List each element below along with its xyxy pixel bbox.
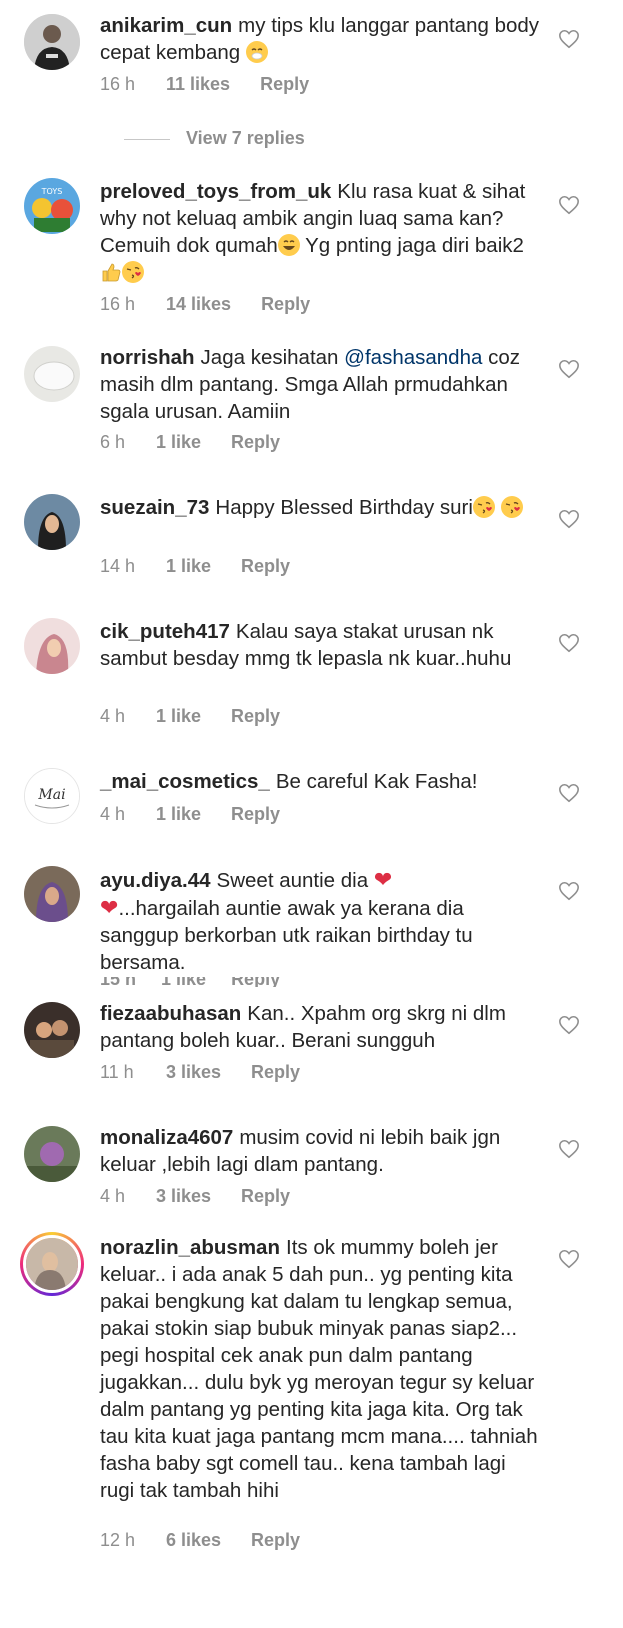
comment-time: 11 h: [100, 1062, 134, 1082]
comment-likes[interactable]: 11 likes: [166, 74, 230, 95]
avatar[interactable]: [24, 494, 80, 550]
avatar[interactable]: [24, 1002, 80, 1058]
kissing-face-icon: [500, 496, 523, 518]
reply-button[interactable]: Reply: [251, 1062, 300, 1083]
comment-username[interactable]: anikarim_cun: [100, 14, 232, 37]
mention-link[interactable]: @fashasandha: [344, 346, 482, 369]
comment-time: 16 h: [100, 74, 136, 94]
comment-body: Its ok mummy boleh jer keluar.. i ada an…: [100, 1236, 538, 1502]
reply-button[interactable]: Reply: [251, 1530, 300, 1551]
comment-likes[interactable]: 6 likes: [166, 1530, 221, 1551]
comment-username[interactable]: fiezaabuhasan: [100, 1002, 241, 1025]
comment-time: 16 h: [100, 294, 136, 314]
comment-text: monaliza4607 musim covid ni lebih baik jg…: [100, 1124, 540, 1178]
comment-meta: 16 h 11 likes Reply: [100, 74, 309, 95]
like-heart-icon[interactable]: [558, 632, 580, 654]
comment-likes[interactable]: 3 likes: [156, 1186, 211, 1207]
comment-time: 4 h: [100, 1186, 126, 1206]
reply-button[interactable]: Reply: [261, 294, 310, 315]
thumbs-up-icon: [100, 261, 122, 283]
comment-body: Jaga kesihatan: [200, 346, 345, 369]
like-heart-icon[interactable]: [558, 358, 580, 380]
avatar[interactable]: [24, 1126, 80, 1182]
comment-text: preloved_toys_from_uk Klu rasa kuat & sih…: [100, 178, 540, 286]
comment-body-cont: Yg pnting jaga diri baik2: [299, 234, 524, 257]
comment-meta: 14 h 1 like Reply: [100, 556, 290, 577]
comment-meta: 16 h 14 likes Reply: [100, 294, 310, 315]
comment-time: 4 h: [100, 706, 126, 726]
view-replies-button[interactable]: View 7 replies: [124, 128, 305, 149]
comment-meta: 12 h 6 likes Reply: [100, 1530, 300, 1551]
comment-text: fiezaabuhasan Kan.. Xpahm org skrg ni dlm…: [100, 1000, 540, 1054]
comment-username[interactable]: preloved_toys_from_uk: [100, 180, 331, 203]
comment-body: Be careful Kak Fasha!: [275, 770, 478, 793]
comment-likes[interactable]: 1 like: [156, 804, 201, 825]
like-heart-icon[interactable]: [558, 28, 580, 50]
avatar[interactable]: Mai: [24, 768, 80, 824]
comment-time: 4 h: [100, 804, 126, 824]
comment-text: cik_puteh417 Kalau saya stakat urusan nk …: [100, 618, 540, 672]
comment-username[interactable]: ayu.diya.44: [100, 869, 211, 892]
comment-likes[interactable]: 1 like: [166, 556, 211, 577]
avatar[interactable]: [24, 14, 80, 70]
kissing-face-icon: [472, 496, 495, 518]
comment-meta: 4 h 3 likes Reply: [100, 1186, 290, 1207]
comment-body: Happy Blessed Birthday suri: [215, 496, 473, 519]
comment-text: _mai_cosmetics_ Be careful Kak Fasha!: [100, 768, 540, 795]
reply-button[interactable]: Reply: [231, 804, 280, 825]
reply-button[interactable]: Reply: [231, 432, 280, 453]
comment-username[interactable]: _mai_cosmetics_: [100, 770, 270, 793]
comment-username[interactable]: cik_puteh417: [100, 620, 230, 643]
reply-button[interactable]: Reply: [231, 706, 280, 727]
comment-time: 6 h: [100, 432, 126, 452]
avatar[interactable]: [24, 346, 80, 402]
comment-likes[interactable]: 14 likes: [166, 294, 231, 315]
comment-meta: 4 h 1 like Reply: [100, 706, 280, 727]
comment-likes[interactable]: 1 like: [156, 706, 201, 727]
like-heart-icon[interactable]: [558, 194, 580, 216]
red-heart-icon: ❤: [100, 895, 119, 920]
comment-time: 12 h: [100, 1530, 136, 1550]
avatar[interactable]: [24, 618, 80, 674]
like-heart-icon[interactable]: [558, 880, 580, 902]
comment-text: anikarim_cun my tips klu langgar pantang …: [100, 12, 540, 66]
red-heart-icon: ❤: [373, 867, 393, 892]
comment-username[interactable]: suezain_73: [100, 496, 209, 519]
comment-username[interactable]: norazlin_abusman: [100, 1236, 280, 1259]
comment-meta: 6 h 1 like Reply: [100, 432, 280, 453]
grinning-face-icon: [277, 234, 300, 256]
svg-text:TOYS: TOYS: [41, 187, 63, 196]
clipped-meta-row: 15 h 1 like Reply: [100, 977, 281, 987]
sneezing-face-icon: [245, 41, 268, 63]
comment-username[interactable]: norrishah: [100, 346, 195, 369]
comment-likes[interactable]: 1 like: [156, 432, 201, 453]
comment-body: Sweet auntie dia: [216, 869, 369, 892]
comment-meta: 11 h 3 likes Reply: [100, 1062, 300, 1083]
comment-meta: 4 h 1 like Reply: [100, 804, 280, 825]
comment-body-cont: ...hargailah auntie awak ya kerana dia s…: [100, 897, 473, 974]
avatar[interactable]: TOYS: [24, 178, 80, 234]
reply-button[interactable]: Reply: [241, 556, 290, 577]
avatar-logo-text: Mai: [37, 787, 65, 803]
reply-button[interactable]: Reply: [241, 1186, 290, 1207]
comment-text: suezain_73 Happy Blessed Birthday suri: [100, 494, 540, 521]
comment-likes[interactable]: 3 likes: [166, 1062, 221, 1083]
replies-divider: [124, 138, 170, 140]
comment-text: ayu.diya.44 Sweet auntie dia ❤ ❤...hargail…: [100, 866, 540, 976]
comment-username[interactable]: monaliza4607: [100, 1126, 233, 1149]
view-replies-label[interactable]: View 7 replies: [186, 128, 305, 148]
reply-button[interactable]: Reply: [260, 74, 309, 95]
like-heart-icon[interactable]: [558, 1138, 580, 1160]
comment-text: norrishah Jaga kesihatan @fashasandha coz…: [100, 344, 540, 425]
comment-text: norazlin_abusman Its ok mummy boleh jer k…: [100, 1234, 540, 1504]
like-heart-icon[interactable]: [558, 1014, 580, 1036]
kissing-face-icon: [122, 261, 144, 283]
avatar-story-ring[interactable]: [20, 1232, 84, 1296]
like-heart-icon[interactable]: [558, 1248, 580, 1270]
avatar[interactable]: [24, 866, 80, 922]
comment-time: 14 h: [100, 556, 136, 576]
avatar: [23, 1235, 81, 1293]
like-heart-icon[interactable]: [558, 782, 580, 804]
like-heart-icon[interactable]: [558, 508, 580, 530]
